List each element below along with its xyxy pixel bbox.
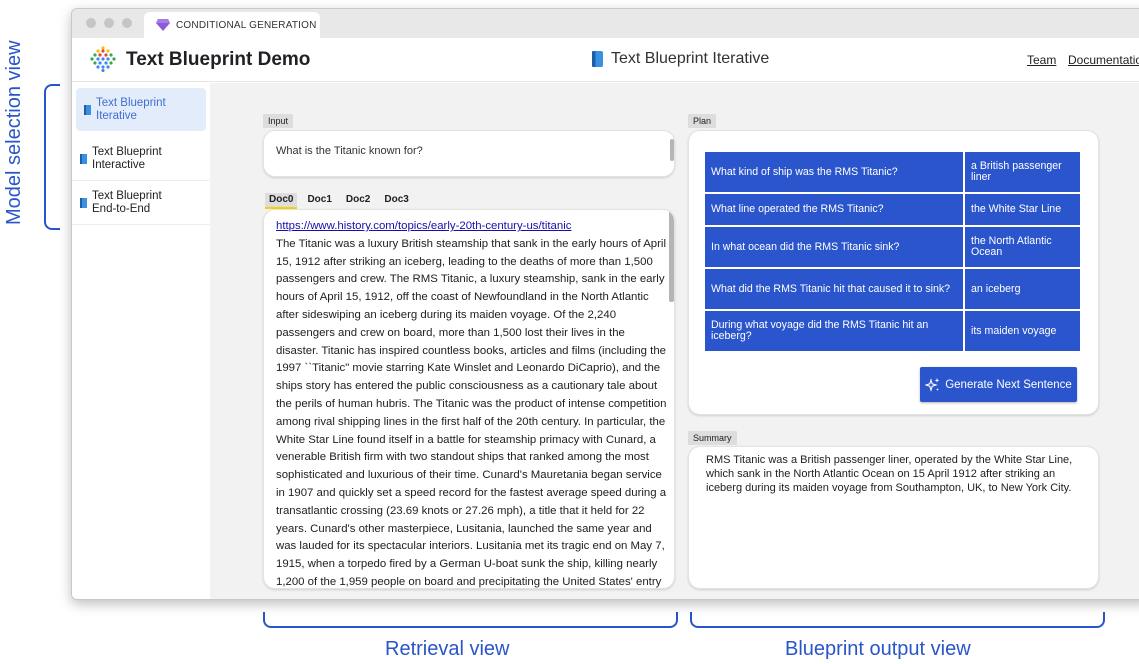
model-selection-bracket: [44, 84, 60, 230]
sidebar-item-label: Text Blueprint End-to-End: [92, 190, 162, 215]
plan-question[interactable]: What kind of ship was the RMS Titanic?: [705, 152, 963, 192]
book-icon: [80, 198, 87, 208]
plan-answer[interactable]: its maiden voyage: [965, 311, 1080, 351]
plan-question[interactable]: In what ocean did the RMS Titanic sink?: [705, 227, 963, 267]
model-selection-annotation: Model selection view: [3, 40, 25, 225]
input-card[interactable]: What is the Titanic known for?: [263, 130, 675, 177]
browser-tab[interactable]: CONDITIONAL GENERATION: [144, 12, 320, 38]
browser-window: CONDITIONAL GENERATION Text Blueprint De…: [71, 8, 1139, 600]
document-card[interactable]: https://www.history.com/topics/early-20t…: [263, 209, 675, 589]
current-model-label: Text Blueprint Iterative: [611, 50, 770, 67]
model-sidebar: Text Blueprint Iterative Text Blueprint In…: [72, 83, 210, 599]
query-text: What is the Titanic known for?: [276, 145, 423, 157]
document-scrollbar[interactable]: [669, 210, 674, 302]
main-content: Input What is the Titanic known for? Doc…: [210, 83, 1139, 599]
sidebar-item-iterative[interactable]: Text Blueprint Iterative: [76, 88, 206, 131]
blueprint-bracket: [690, 612, 1105, 628]
close-window-dot[interactable]: [86, 18, 96, 28]
app-title: Text Blueprint Demo: [126, 49, 311, 70]
plan-answer[interactable]: an iceberg: [965, 269, 1080, 309]
plan-answer[interactable]: the North Atlantic Ocean: [965, 227, 1080, 267]
sidebar-item-label: Text Blueprint Iterative: [96, 96, 166, 122]
book-icon: [592, 51, 603, 67]
sparkle-icon: [925, 377, 940, 392]
browser-tab-title: CONDITIONAL GENERATION: [176, 19, 317, 31]
retrieval-annotation: Retrieval view: [385, 638, 510, 660]
input-scrollbar[interactable]: [670, 139, 674, 161]
tab-doc0[interactable]: Doc0: [265, 193, 298, 209]
documentation-link[interactable]: Documentation: [1068, 53, 1139, 67]
plan-answer[interactable]: the White Star Line: [965, 194, 1080, 225]
document-body: https://www.history.com/topics/early-20t…: [276, 218, 668, 588]
tab-doc1[interactable]: Doc1: [303, 193, 335, 209]
plan-card: What kind of ship was the RMS Titanic? a…: [688, 130, 1099, 415]
plan-answer[interactable]: a British passenger liner: [965, 152, 1080, 192]
sidebar-item-label: Text Blueprint Interactive: [92, 146, 162, 171]
document-text: The Titanic was a luxury British steamsh…: [276, 237, 667, 588]
gem-icon: [156, 19, 170, 31]
dotted-logo-icon: [90, 46, 116, 72]
title-bar: CONDITIONAL GENERATION: [72, 9, 1139, 38]
blueprint-annotation: Blueprint output view: [785, 638, 971, 660]
retrieval-bracket: [263, 612, 678, 628]
plan-question[interactable]: What line operated the RMS Titanic?: [705, 194, 963, 225]
doc-tabs: Doc0 Doc1 Doc2 Doc3: [265, 193, 419, 209]
maximize-window-dot[interactable]: [122, 18, 132, 28]
book-icon: [84, 104, 91, 115]
summary-label: Summary: [688, 431, 737, 445]
plan-question[interactable]: What did the RMS Titanic hit that caused…: [705, 269, 963, 309]
input-label: Input: [263, 114, 294, 128]
current-model-title: Text Blueprint Iterative: [592, 50, 769, 68]
sidebar-item-end-to-end[interactable]: Text Blueprint End-to-End: [72, 182, 210, 225]
book-icon: [80, 154, 87, 164]
summary-card: RMS Titanic was a British passenger line…: [688, 446, 1099, 589]
summary-text: RMS Titanic was a British passenger line…: [706, 454, 1073, 494]
document-url-link[interactable]: https://www.history.com/topics/early-20t…: [276, 218, 668, 236]
figure-canvas: Model selection view Retrieval view Blue…: [0, 0, 1139, 664]
generate-button-label: Generate Next Sentence: [945, 378, 1072, 391]
plan-label: Plan: [688, 114, 717, 128]
app-bar: Text Blueprint Demo Text Blueprint Itera…: [72, 38, 1139, 82]
tab-doc3[interactable]: Doc3: [380, 193, 412, 209]
team-link[interactable]: Team: [1027, 53, 1056, 67]
plan-question[interactable]: During what voyage did the RMS Titanic h…: [705, 311, 963, 351]
sidebar-item-interactive[interactable]: Text Blueprint Interactive: [72, 138, 210, 181]
generate-next-sentence-button[interactable]: Generate Next Sentence: [920, 367, 1077, 402]
tab-doc2[interactable]: Doc2: [342, 193, 374, 209]
minimize-window-dot[interactable]: [104, 18, 114, 28]
